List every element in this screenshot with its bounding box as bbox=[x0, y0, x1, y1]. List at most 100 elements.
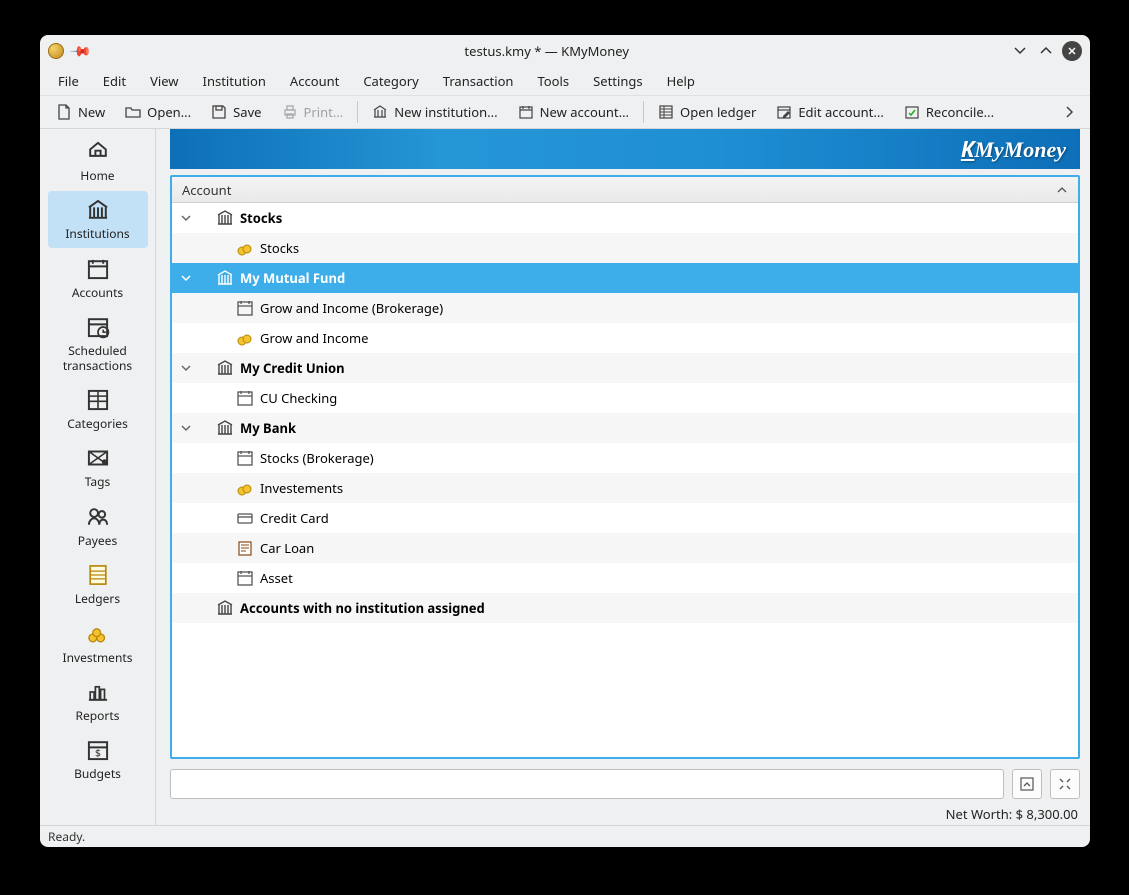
sort-indicator-icon[interactable] bbox=[1056, 184, 1068, 196]
tree-row[interactable]: Asset bbox=[172, 563, 1078, 593]
toolbar-overflow-button[interactable] bbox=[1054, 101, 1084, 123]
stock-icon bbox=[236, 239, 254, 257]
sidebar-item-reports[interactable]: Reports bbox=[48, 673, 148, 729]
sidebar-item-payees[interactable]: Payees bbox=[48, 498, 148, 554]
print-button: Print... bbox=[272, 99, 354, 125]
inst-icon bbox=[216, 269, 234, 287]
menu-settings[interactable]: Settings bbox=[581, 68, 654, 94]
new-account-button[interactable]: New account... bbox=[508, 99, 639, 125]
menu-file[interactable]: File bbox=[46, 68, 91, 94]
sidebar-item-accounts[interactable]: Accounts bbox=[48, 250, 148, 306]
sidebar[interactable]: Home Institutions Accounts Scheduledtransac… bbox=[40, 129, 156, 825]
menu-account[interactable]: Account bbox=[278, 68, 351, 94]
chevron-down-icon[interactable] bbox=[178, 360, 194, 376]
payees-icon bbox=[85, 504, 111, 530]
calendar-edit-icon bbox=[776, 104, 792, 120]
tree-row[interactable]: Stocks bbox=[172, 203, 1078, 233]
minimize-button[interactable] bbox=[1010, 41, 1030, 61]
sidebar-item-label: Institutions bbox=[50, 227, 146, 241]
edit-account-button[interactable]: Edit account... bbox=[766, 99, 894, 125]
menu-category[interactable]: Category bbox=[351, 68, 430, 94]
column-header-account[interactable]: Account bbox=[182, 181, 231, 199]
tree-body[interactable]: Stocks Stocks My Mutual Fund Grow and Incom… bbox=[172, 203, 1078, 757]
menu-help[interactable]: Help bbox=[655, 68, 707, 94]
chevron-down-icon[interactable] bbox=[178, 210, 194, 226]
tree-row[interactable]: Credit Card bbox=[172, 503, 1078, 533]
tree-row[interactable]: Stocks (Brokerage) bbox=[172, 443, 1078, 473]
tree-row[interactable]: Stocks bbox=[172, 233, 1078, 263]
cal-icon bbox=[236, 449, 254, 467]
chevron-down-icon[interactable] bbox=[178, 420, 194, 436]
tree-row[interactable]: My Mutual Fund bbox=[172, 263, 1078, 293]
toolbar: New Open... Save Print... New institutio… bbox=[40, 95, 1090, 129]
cal-icon bbox=[236, 389, 254, 407]
tree-row-label: Stocks bbox=[240, 209, 282, 227]
tree-row-label: Stocks bbox=[260, 239, 299, 257]
stock-icon bbox=[236, 329, 254, 347]
reconcile-button[interactable]: Reconcile... bbox=[894, 99, 1004, 125]
reports-icon bbox=[85, 679, 111, 705]
budgets-icon: $ bbox=[85, 737, 111, 763]
open-ledger-button[interactable]: Open ledger bbox=[648, 99, 766, 125]
tree-row[interactable]: Grow and Income bbox=[172, 323, 1078, 353]
menu-institution[interactable]: Institution bbox=[191, 68, 278, 94]
banner: KMyMoney bbox=[170, 129, 1080, 169]
open-button[interactable]: Open... bbox=[115, 99, 201, 125]
close-button[interactable] bbox=[1062, 41, 1082, 61]
sidebar-item-institutions[interactable]: Institutions bbox=[48, 191, 148, 247]
collapse-icon bbox=[1019, 776, 1035, 792]
home-icon bbox=[85, 139, 111, 165]
tree-row-label: Car Loan bbox=[260, 539, 314, 557]
sidebar-item-label: Accounts bbox=[50, 286, 146, 300]
menu-view[interactable]: View bbox=[138, 68, 190, 94]
sidebar-item-scheduled[interactable]: Scheduledtransactions bbox=[48, 308, 148, 379]
menu-tools[interactable]: Tools bbox=[525, 68, 581, 94]
institution-icon bbox=[372, 104, 388, 120]
folder-open-icon bbox=[125, 104, 141, 120]
menu-edit[interactable]: Edit bbox=[91, 68, 138, 94]
sidebar-item-budgets[interactable]: $ Budgets bbox=[48, 731, 148, 787]
tree-row-label: Investements bbox=[260, 479, 343, 497]
sidebar-item-categories[interactable]: Categories bbox=[48, 381, 148, 437]
sidebar-item-tags[interactable]: Tags bbox=[48, 439, 148, 495]
document-new-icon bbox=[56, 104, 72, 120]
tree-row[interactable]: Car Loan bbox=[172, 533, 1078, 563]
inst-icon bbox=[216, 209, 234, 227]
tree-row[interactable]: My Bank bbox=[172, 413, 1078, 443]
body: Home Institutions Accounts Scheduledtransac… bbox=[40, 129, 1090, 825]
save-button[interactable]: Save bbox=[201, 99, 271, 125]
tree-row-label: Credit Card bbox=[260, 509, 329, 527]
sidebar-item-ledgers[interactable]: Ledgers bbox=[48, 556, 148, 612]
new-institution-button[interactable]: New institution... bbox=[362, 99, 507, 125]
tree-row[interactable]: Accounts with no institution assigned bbox=[172, 593, 1078, 623]
collapse-all-button[interactable] bbox=[1012, 769, 1042, 799]
tree-row[interactable]: Investements bbox=[172, 473, 1078, 503]
sidebar-item-investments[interactable]: Investments bbox=[48, 615, 148, 671]
sidebar-item-label: Budgets bbox=[50, 767, 146, 781]
tree-row-label: Grow and Income bbox=[260, 329, 369, 347]
tree-row[interactable]: CU Checking bbox=[172, 383, 1078, 413]
print-icon bbox=[282, 104, 298, 120]
titlebar: 📌 testus.kmy * — KMyMoney bbox=[40, 35, 1090, 67]
sidebar-item-home[interactable]: Home bbox=[48, 133, 148, 189]
sidebar-item-label: Categories bbox=[50, 417, 146, 431]
calendar-icon bbox=[518, 104, 534, 120]
maximize-button[interactable] bbox=[1036, 41, 1056, 61]
chevron-down-icon[interactable] bbox=[178, 270, 194, 286]
tree-row[interactable]: Grow and Income (Brokerage) bbox=[172, 293, 1078, 323]
inst-icon bbox=[216, 419, 234, 437]
expand-icon bbox=[1057, 776, 1073, 792]
tree-row-label: My Mutual Fund bbox=[240, 269, 345, 287]
sidebar-item-label: Investments bbox=[50, 651, 146, 665]
app-icon bbox=[48, 43, 64, 59]
chevron-right-icon bbox=[1062, 105, 1076, 119]
sidebar-item-label: Ledgers bbox=[50, 592, 146, 606]
sidebar-item-label: Scheduledtransactions bbox=[50, 344, 146, 373]
tree-header[interactable]: Account bbox=[172, 177, 1078, 203]
new-button[interactable]: New bbox=[46, 99, 115, 125]
menu-transaction[interactable]: Transaction bbox=[431, 68, 526, 94]
inst-icon bbox=[216, 359, 234, 377]
tree-row[interactable]: My Credit Union bbox=[172, 353, 1078, 383]
filter-input[interactable] bbox=[170, 769, 1004, 799]
expand-all-button[interactable] bbox=[1050, 769, 1080, 799]
